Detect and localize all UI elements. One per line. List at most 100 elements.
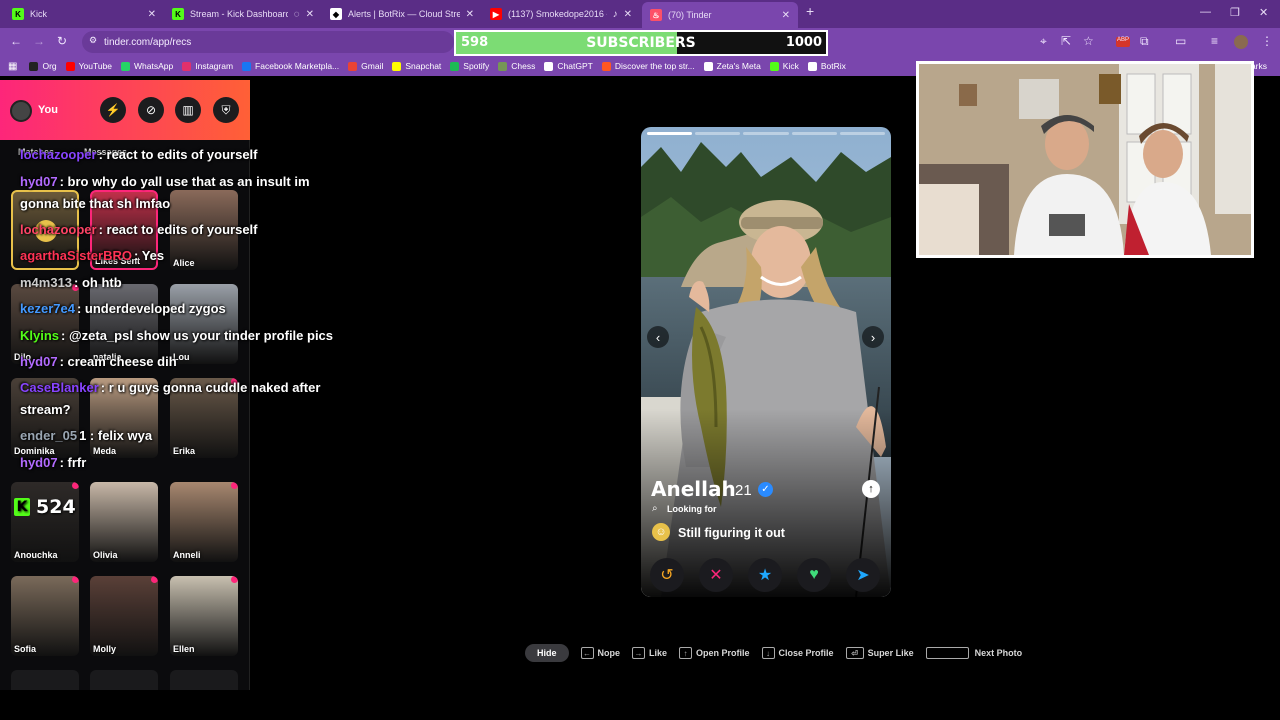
open-profile-button[interactable]: ↑ <box>862 480 880 498</box>
chat-username[interactable]: ender_05 <box>20 428 77 443</box>
bookmark-item[interactable]: Kick <box>769 61 799 71</box>
restore-icon[interactable]: ❐ <box>1230 6 1240 19</box>
match-card[interactable]: Sofia <box>11 576 79 656</box>
nope-button[interactable]: ✕ <box>699 558 733 592</box>
chat-username[interactable]: Klyins <box>20 328 59 343</box>
chat-username[interactable]: lochazooper <box>20 222 97 237</box>
chat-username[interactable]: kezer7e4 <box>20 301 75 316</box>
bookmark-item[interactable]: Gmail <box>348 61 383 71</box>
bookmark-item[interactable]: Discover the top str... <box>601 61 695 71</box>
chat-text: : oh htb <box>74 274 122 290</box>
verified-icon: ✓ <box>758 482 773 497</box>
match-name: Anneli <box>173 550 201 560</box>
bookmark-item[interactable]: Snapchat <box>392 61 441 71</box>
close-icon[interactable]: ✕ <box>306 9 314 20</box>
match-card-partial[interactable] <box>170 670 238 690</box>
close-icon[interactable]: ✕ <box>624 9 632 20</box>
rewind-button[interactable]: ↺ <box>650 558 684 592</box>
photo-indicator[interactable] <box>839 132 886 135</box>
photo-indicator[interactable] <box>695 132 741 135</box>
chat-username[interactable]: m4m313 <box>20 275 72 290</box>
forward-icon[interactable]: → <box>33 34 45 48</box>
chat-username[interactable]: hyd07 <box>20 174 58 189</box>
match-card[interactable]: Ellen <box>170 576 238 656</box>
match-card-partial[interactable] <box>90 670 158 690</box>
chat-text: : bro why do yall use that as an insult … <box>20 173 310 211</box>
subscriber-goal: 1000 <box>785 35 822 50</box>
bookmark-item[interactable]: Spotify <box>450 61 489 71</box>
photo-indicator[interactable] <box>743 132 789 135</box>
photo-indicator[interactable] <box>647 132 693 135</box>
bookmark-star-icon[interactable]: ☆ <box>1083 34 1094 48</box>
tab-kick-dashboard[interactable]: K Stream - Kick Dashboard ◌ ✕ <box>164 4 322 24</box>
tab-botrix-alerts[interactable]: ◆ Alerts | BotRix — Cloud Stream ✕ <box>322 4 482 24</box>
url-bar[interactable]: ⚙ tinder.com/app/recs <box>82 31 454 53</box>
key-icon: ⏎ <box>845 647 864 659</box>
chat-username[interactable]: lochazooper <box>20 147 97 162</box>
boost-icon[interactable]: ⚡ <box>100 97 126 123</box>
chat-message: CaseBlanker: r u guys gonna cuddle naked… <box>0 375 360 423</box>
tab-tinder[interactable]: ♨ (70) Tinder ✕ <box>642 2 798 28</box>
chat-username[interactable]: agarthaSisterBRO <box>20 248 132 263</box>
site-info-icon[interactable]: ⚙ <box>89 35 97 46</box>
user-label[interactable]: You <box>38 104 58 116</box>
match-card[interactable]: Anouchka <box>11 482 79 562</box>
bookmark-item[interactable]: Facebook Marketpla... <box>242 61 339 71</box>
bookmark-item[interactable]: BotRix <box>807 61 846 71</box>
cast-icon[interactable]: ⇱ <box>1061 34 1071 48</box>
match-card[interactable]: Olivia <box>90 482 158 562</box>
bookmark-item[interactable]: Chess <box>498 61 535 71</box>
avatar[interactable] <box>10 100 32 122</box>
minimize-icon[interactable]: — <box>1200 6 1211 18</box>
chat-text: : Yes <box>133 248 165 263</box>
extensions-icon[interactable]: ⧉ <box>1140 34 1149 49</box>
media-icon[interactable]: ≡ <box>1211 34 1218 48</box>
chat-username[interactable]: CaseBlanker <box>20 380 99 395</box>
briefcase-icon[interactable]: ▥ <box>175 97 201 123</box>
next-photo-button[interactable]: › <box>862 326 884 348</box>
match-card[interactable]: Anneli <box>170 482 238 562</box>
tab-youtube[interactable]: ▶ (1137) Smokedope2016 - V ♪ ✕ <box>482 4 640 24</box>
bookmark-label: ChatGPT <box>557 61 593 71</box>
close-icon[interactable]: ✕ <box>466 9 474 20</box>
match-card-partial[interactable] <box>11 670 79 690</box>
speaker-icon[interactable]: ♪ <box>613 9 618 20</box>
menu-icon[interactable]: ⋮ <box>1261 34 1273 48</box>
photo-indicator[interactable] <box>791 132 837 135</box>
tab-kick[interactable]: K Kick ✕ <box>4 4 164 24</box>
chat-message: hyd07: bro why do yall use that as an in… <box>0 169 360 217</box>
bookmark-item[interactable]: WhatsApp <box>121 61 173 71</box>
new-tab-button[interactable]: + <box>806 3 814 19</box>
boost-button[interactable]: ➤ <box>846 558 880 592</box>
apps-icon[interactable]: ▦ <box>8 61 17 72</box>
chat-username[interactable]: hyd07 <box>20 354 58 369</box>
bookmark-icon <box>769 61 779 71</box>
super-like-button[interactable]: ★ <box>748 558 782 592</box>
profile-avatar[interactable] <box>1234 35 1248 49</box>
close-icon[interactable]: ✕ <box>148 9 156 20</box>
prev-photo-button[interactable]: ‹ <box>647 326 669 348</box>
bookmark-label: WhatsApp <box>134 61 174 71</box>
close-window-icon[interactable]: ✕ <box>1259 6 1268 19</box>
reload-icon[interactable]: ↻ <box>57 34 67 48</box>
hide-hints-button[interactable]: Hide <box>525 644 569 662</box>
new-match-dot <box>151 576 158 583</box>
bookmark-item[interactable]: Instagram <box>182 61 233 71</box>
location-icon[interactable]: ⌖ <box>1040 34 1047 49</box>
like-button[interactable]: ♥ <box>797 558 831 592</box>
chat-username[interactable]: hyd07 <box>20 455 58 470</box>
webcam-feed <box>919 64 1251 255</box>
back-icon[interactable]: ← <box>10 34 22 48</box>
bookmark-item[interactable]: ChatGPT <box>544 61 593 71</box>
close-icon[interactable]: ✕ <box>782 10 790 21</box>
profile-card[interactable]: ‹ › Anellah 21 ✓ ↑ ⌕ Looking for ☺ Still… <box>641 127 891 597</box>
explore-icon[interactable]: ⊘ <box>138 97 164 123</box>
sidebar-icon[interactable]: ▭ <box>1175 34 1186 48</box>
mute-icon[interactable]: ◌ <box>294 9 300 20</box>
match-card[interactable]: Molly <box>90 576 158 656</box>
shield-icon[interactable]: ⛨ <box>213 97 239 123</box>
adblock-icon[interactable]: ABP <box>1116 37 1130 47</box>
bookmark-item[interactable]: Org <box>29 61 57 71</box>
bookmark-item[interactable]: Zeta's Meta <box>703 61 761 71</box>
bookmark-item[interactable]: YouTube <box>65 61 112 71</box>
